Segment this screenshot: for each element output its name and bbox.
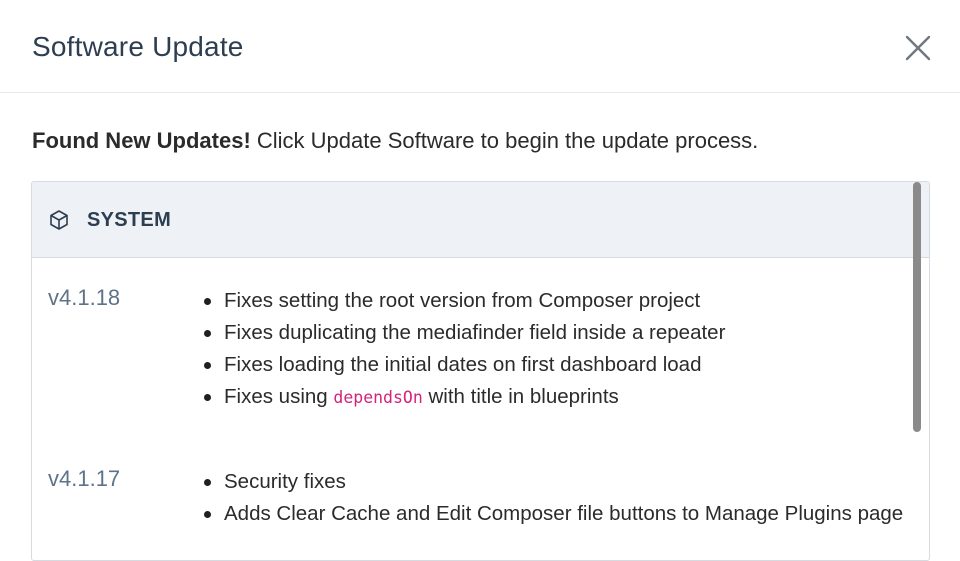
list-item: Fixes loading the initial dates on first… [202,349,725,381]
list-item: Security fixes [202,466,903,498]
close-icon [905,35,931,61]
change-text: Adds Clear Cache and Edit Composer file … [224,502,904,525]
change-text: Fixes duplicating the mediafinder field … [224,321,726,344]
list-item: Fixes duplicating the mediafinder field … [202,317,725,349]
box-icon [50,210,68,230]
version-number: v4.1.17 [48,466,121,491]
code-snippet: dependsOn [333,388,423,407]
change-list: Fixes setting the root version from Comp… [202,285,725,414]
close-button[interactable] [900,30,936,66]
dialog-title: Software Update [32,31,244,62]
change-list: Security fixes Adds Clear Cache and Edit… [202,466,903,530]
intro-heading: Found New Updates! [32,128,251,153]
updates-panel: SYSTEM v4.1.18 Fixes setting the root ve… [31,181,930,561]
section-header: SYSTEM [32,182,929,258]
dialog-header: Software Update [0,0,960,93]
list-item: Fixes using dependsOn with title in blue… [202,381,725,414]
change-text: Fixes using [224,385,334,408]
change-text: Fixes setting the root version from Comp… [224,289,701,312]
list-item: Adds Clear Cache and Edit Composer file … [202,498,903,530]
intro-text: Click Update Software to begin the updat… [250,128,759,153]
section-label: SYSTEM [87,209,172,231]
change-text: Security fixes [224,470,346,493]
change-text: Fixes loading the initial dates on first… [224,353,702,376]
change-text: with title in blueprints [422,385,619,408]
list-item: Fixes setting the root version from Comp… [202,285,725,317]
version-number: v4.1.18 [48,285,121,310]
scrollbar[interactable] [913,182,921,432]
update-intro: Found New Updates! Click Update Software… [32,128,758,154]
